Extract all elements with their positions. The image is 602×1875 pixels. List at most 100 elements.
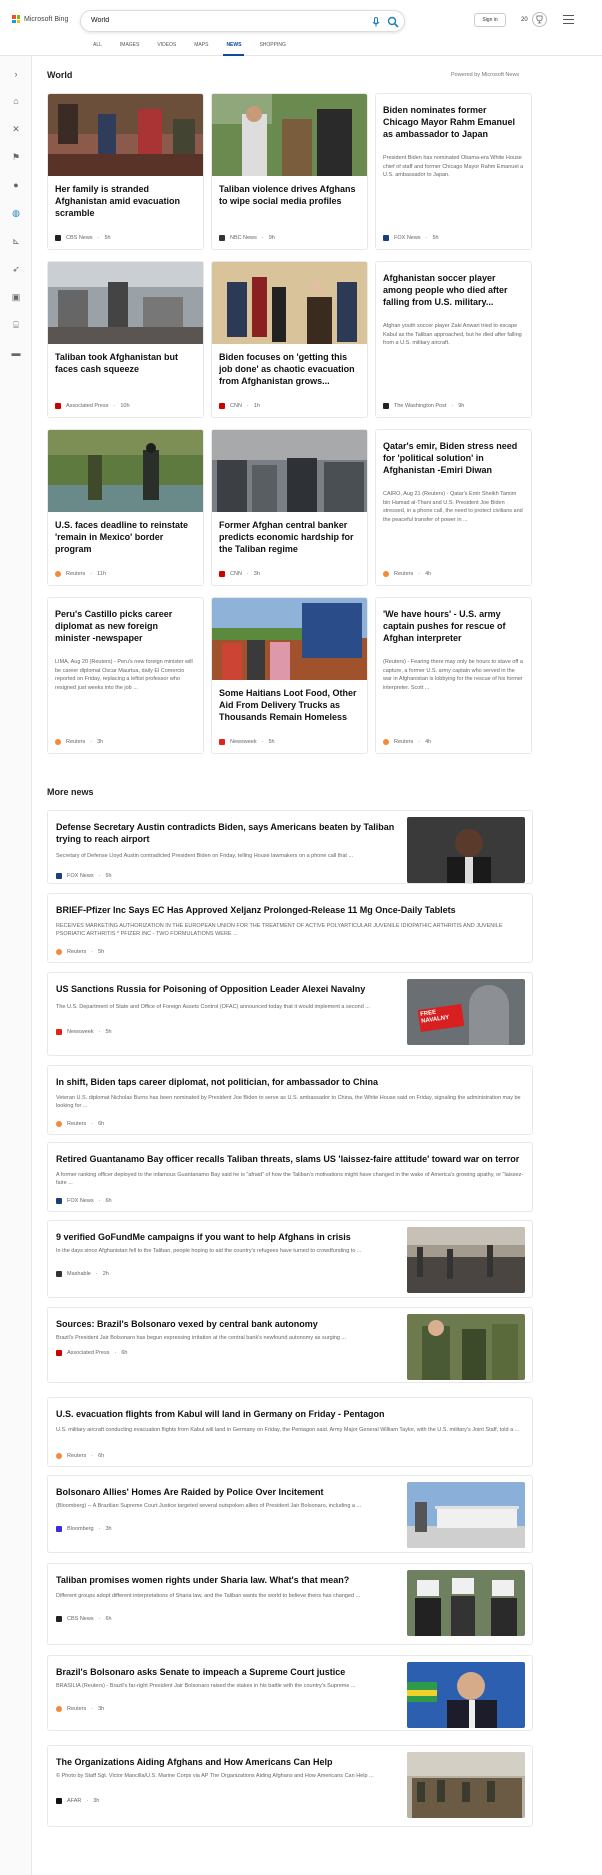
news-source: Bloomberg · 3h (56, 1526, 112, 1532)
news-card[interactable]: Qatar's emir, Biden stress need for 'pol… (375, 429, 532, 586)
reuters-logo-icon (55, 571, 61, 577)
card-title: 'We have hours' - U.S. army captain push… (383, 609, 506, 643)
news-card[interactable]: Her family is stranded Afghanistan amid … (47, 93, 204, 250)
tools-icon[interactable]: ✕ (10, 123, 22, 135)
fox-logo-icon (383, 235, 389, 241)
reuters-logo-icon (383, 739, 389, 745)
news-list-item[interactable]: Brazil's Bolsonaro asks Senate to impeac… (47, 1655, 533, 1731)
section-title-more-news: More news (47, 787, 94, 797)
mashable-logo-icon (56, 1271, 62, 1277)
news-list-item[interactable]: In shift, Biden taps career diplomat, no… (47, 1065, 533, 1135)
rewards-trophy-icon[interactable] (532, 12, 547, 27)
news-list-item[interactable]: Sources: Brazil's Bolsonaro vexed by cen… (47, 1307, 533, 1383)
card-description: LIMA, Aug 20 (Reuters) - Peru's new fore… (55, 659, 193, 691)
tab-all[interactable]: ALL (84, 42, 111, 56)
kabul-airport-crowd-photo (407, 1227, 525, 1293)
tab-news[interactable]: NEWS (217, 42, 250, 56)
car-icon[interactable]: ▬ (10, 347, 22, 359)
bing-logo[interactable]: Microsoft Bing (12, 15, 68, 23)
film-icon[interactable]: ▣ (10, 291, 22, 303)
ap-logo-icon (56, 1350, 62, 1356)
news-card[interactable]: Some Haitians Loot Food, Other Aid From … (211, 597, 368, 754)
news-list-item[interactable]: Defense Secretary Austin contradicts Bid… (47, 810, 533, 884)
chart-icon[interactable]: ⊾ (10, 235, 22, 247)
microphone-icon[interactable] (370, 16, 382, 28)
hamburger-menu-icon[interactable] (563, 15, 574, 25)
news-list-item[interactable]: U.S. evacuation flights from Kabul will … (47, 1397, 533, 1467)
news-list-item[interactable]: Retired Guantanamo Bay officer recalls T… (47, 1142, 533, 1212)
globe-icon[interactable]: ◍ (10, 207, 22, 219)
news-list-item[interactable]: The Organizations Aiding Afghans and How… (47, 1745, 533, 1827)
news-description: Different groups adopt different interpr… (56, 1593, 361, 1599)
card-source: The Washington Post · 9h (383, 403, 464, 409)
search-box[interactable] (80, 10, 405, 32)
bolsonaro-military-photo (407, 1314, 525, 1380)
news-list-item[interactable]: US Sanctions Russia for Poisoning of Opp… (47, 972, 533, 1056)
news-list-item[interactable]: 9 verified GoFundMe campaigns if you wan… (47, 1220, 533, 1298)
news-description: Veteran U.S. diplomat Nicholas Burns has… (56, 1095, 521, 1109)
news-source: Associated Press · 6h (56, 1350, 127, 1356)
tab-videos[interactable]: VIDEOS (148, 42, 185, 56)
news-card[interactable]: Biden nominates former Chicago Mayor Rah… (375, 93, 532, 250)
chevron-right-icon[interactable]: › (10, 68, 22, 80)
rocket-icon[interactable]: ➶ (10, 263, 22, 275)
news-source: CBS News · 6h (56, 1616, 112, 1622)
news-source: AFAR · 3h (56, 1798, 99, 1804)
tab-shopping[interactable]: SHOPPING (250, 42, 294, 56)
microsoft-logo-icon (12, 15, 20, 23)
card-title: Former Afghan central banker predicts ec… (219, 520, 354, 554)
navalny-protest-photo: FREE NAVALNY (407, 979, 525, 1045)
cbs-logo-icon (55, 235, 61, 241)
card-source: Reuters · 4h (383, 571, 431, 577)
protest-sign: FREE NAVALNY (417, 1004, 465, 1032)
news-source: FOX News · 5h (56, 873, 112, 879)
search-icon[interactable] (387, 16, 399, 28)
kabul-street-photo (48, 262, 203, 344)
education-icon[interactable]: ⌸ (10, 319, 22, 331)
rewards-points[interactable]: 20 (521, 17, 528, 23)
card-description: President Biden has nominated Obama-era … (383, 155, 524, 178)
news-title: The Organizations Aiding Afghans and How… (56, 1757, 333, 1767)
bolsonaro-portrait-photo (407, 1662, 525, 1728)
news-list-item[interactable]: Taliban promises women rights under Shar… (47, 1563, 533, 1645)
tab-maps[interactable]: MAPS (185, 42, 217, 56)
crowd-photo (212, 430, 367, 512)
card-source: CBS News · 5h (55, 235, 111, 241)
news-source: Reuters · 5h (56, 949, 104, 955)
news-card[interactable]: Former Afghan central banker predicts ec… (211, 429, 368, 586)
search-input[interactable] (91, 17, 351, 24)
newsweek-logo-icon (56, 1029, 62, 1035)
search-tabs: ALL IMAGES VIDEOS MAPS NEWS SHOPPING (84, 42, 295, 56)
card-title: Peru's Castillo picks career diplomat as… (55, 609, 173, 643)
ap-logo-icon (55, 403, 61, 409)
card-source: Reuters · 3h (55, 739, 103, 745)
defense-secretary-photo (407, 817, 525, 883)
news-title: In shift, Biden taps career diplomat, no… (56, 1077, 379, 1087)
section-title-world: World (47, 70, 73, 80)
news-card[interactable]: U.S. faces deadline to reinstate 'remain… (47, 429, 204, 586)
news-list-item[interactable]: Bolsonaro Allies' Homes Are Raided by Po… (47, 1475, 533, 1553)
news-card[interactable]: 'We have hours' - U.S. army captain push… (375, 597, 532, 754)
airport-evacuation-photo (407, 1752, 525, 1818)
news-card[interactable]: Taliban violence drives Afghans to wipe … (211, 93, 368, 250)
sign-in-button[interactable]: Sign in (474, 13, 506, 27)
cnn-logo-icon (219, 403, 225, 409)
news-title: Retired Guantanamo Bay officer recalls T… (56, 1154, 520, 1164)
news-card[interactable]: Afghanistan soccer player among people w… (375, 261, 532, 418)
women-protest-photo (407, 1570, 525, 1636)
news-list-item[interactable]: BRIEF-Pfizer Inc Says EC Has Approved Xe… (47, 893, 533, 963)
location-icon[interactable]: ● (10, 179, 22, 191)
card-title: Biden nominates former Chicago Mayor Rah… (383, 105, 516, 139)
reuters-logo-icon (56, 1121, 62, 1127)
news-card[interactable]: Biden focuses on 'getting this job done'… (211, 261, 368, 418)
news-source: Reuters · 6h (56, 1453, 104, 1459)
news-source: Reuters · 3h (56, 1706, 104, 1712)
news-card[interactable]: Peru's Castillo picks career diplomat as… (47, 597, 204, 754)
tab-images[interactable]: IMAGES (111, 42, 148, 56)
flag-icon[interactable]: ⚑ (10, 151, 22, 163)
news-description: RECEIVES MARKETING AUTHORIZATION IN THE … (56, 923, 503, 937)
news-source: Reuters · 6h (56, 1121, 104, 1127)
card-source: Newsweek · 5h (219, 739, 275, 745)
home-icon[interactable]: ⌂ (10, 95, 22, 107)
news-card[interactable]: Taliban took Afghanistan but faces cash … (47, 261, 204, 418)
